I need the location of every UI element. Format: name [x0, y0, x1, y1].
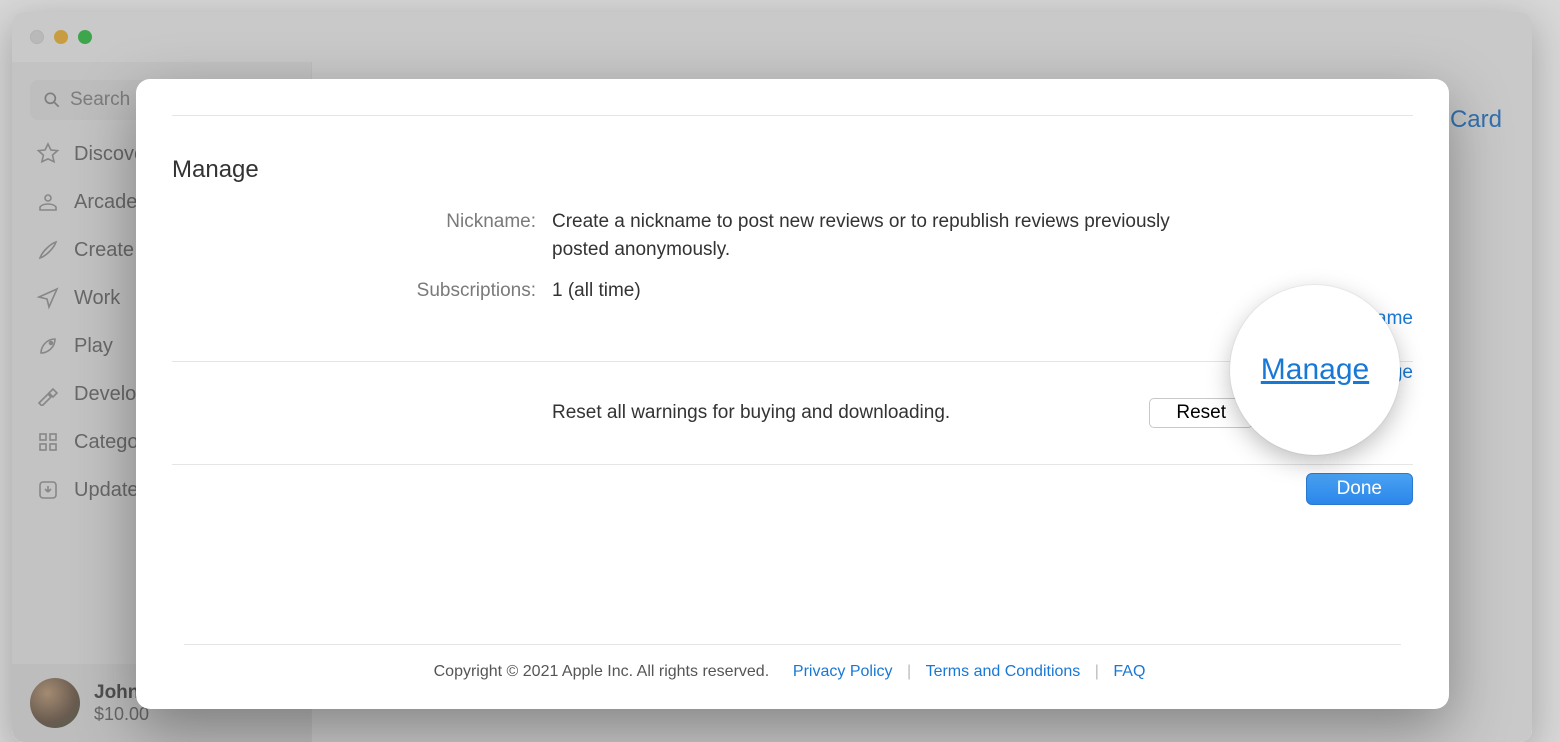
reset-text: Reset all warnings for buying and downlo…	[552, 402, 950, 424]
subscriptions-row: Subscriptions: 1 (all time) Manage	[172, 277, 1413, 305]
done-row: Done	[172, 465, 1413, 505]
section-title: Manage	[172, 156, 1413, 184]
dialog-footer: Copyright © 2021 Apple Inc. All rights r…	[184, 644, 1401, 681]
faq-link[interactable]: FAQ	[1113, 663, 1145, 680]
separator: |	[1095, 663, 1099, 680]
nickname-value: Create a nickname to post new reviews or…	[552, 208, 1413, 263]
subscriptions-label: Subscriptions:	[172, 277, 552, 305]
nickname-row: Nickname: Create a nickname to post new …	[172, 208, 1413, 263]
done-button[interactable]: Done	[1306, 473, 1413, 505]
reset-row: Reset all warnings for buying and downlo…	[172, 362, 1413, 464]
privacy-policy-link[interactable]: Privacy Policy	[793, 663, 893, 680]
manage-link-magnified[interactable]: Manage	[1261, 353, 1369, 387]
divider	[172, 115, 1413, 116]
copyright: Copyright © 2021 Apple Inc. All rights r…	[434, 663, 770, 680]
app-window: Search Discover Arcade Create Work Play	[12, 12, 1532, 742]
spotlight-magnifier: Manage	[1230, 285, 1400, 455]
terms-link[interactable]: Terms and Conditions	[926, 663, 1081, 680]
account-dialog: Manage Nickname: Create a nickname to po…	[136, 79, 1449, 709]
separator: |	[907, 663, 911, 680]
nickname-label: Nickname:	[172, 208, 552, 236]
